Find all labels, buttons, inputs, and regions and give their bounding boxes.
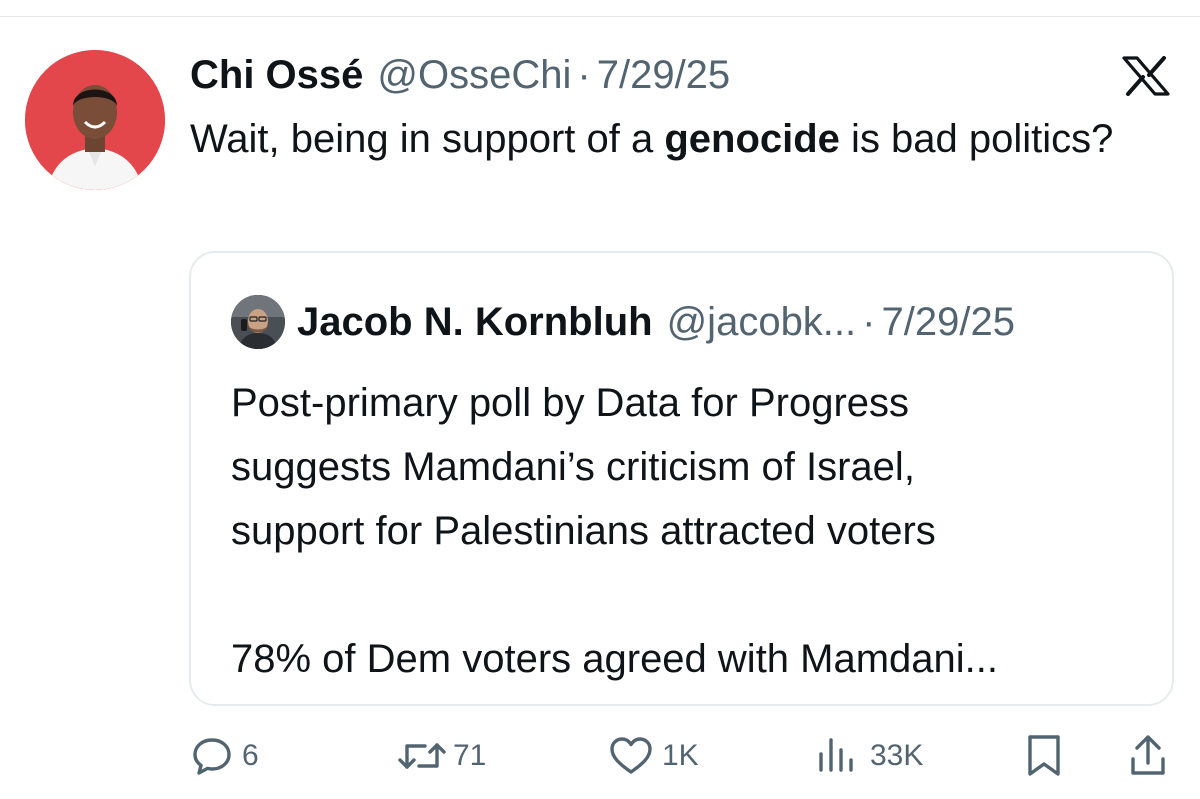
quoted-author-handle[interactable]: @jacobk...	[667, 297, 857, 347]
quoted-tweet-header: Jacob N. Kornbluh @jacobk... · 7/29/25	[297, 297, 1015, 347]
repost-button[interactable]: 71	[395, 726, 486, 786]
share-upload-icon	[1128, 733, 1168, 779]
author-name[interactable]: Chi Ossé	[190, 52, 363, 98]
quoted-author-name[interactable]: Jacob N. Kornbluh	[297, 297, 653, 347]
quoted-text-extra-line: 78% of Dem voters agreed with Mamdani...	[231, 637, 999, 681]
tweet-header: Chi Ossé @OsseChi · 7/29/25	[190, 52, 730, 98]
quoted-text-line: Post-primary poll by Data for Progress	[231, 381, 910, 425]
views-button[interactable]: 33K	[816, 726, 923, 786]
tweet-text-before: Wait, being in support of a	[190, 117, 665, 161]
quoted-text-line: support for Palestinians attracted voter…	[231, 509, 936, 553]
bookmark-button[interactable]	[1024, 726, 1064, 786]
bookmark-icon	[1024, 733, 1064, 779]
quoted-author-avatar-image	[231, 295, 285, 349]
tweet-text-after: is bad politics?	[839, 117, 1114, 161]
reply-bubble-icon	[190, 734, 234, 778]
author-avatar-image	[25, 50, 165, 190]
quoted-header-separator: ·	[862, 300, 876, 344]
like-button[interactable]: 1K	[608, 726, 699, 786]
author-handle[interactable]: @OsseChi	[377, 52, 571, 98]
repost-count: 71	[453, 739, 487, 772]
header-separator: ·	[577, 53, 591, 97]
like-count: 1K	[662, 739, 699, 772]
quoted-tweet-text: Post-primary poll by Data for Progress s…	[231, 371, 1151, 691]
tweet-date[interactable]: 7/29/25	[597, 52, 730, 98]
share-button[interactable]	[1128, 726, 1168, 786]
views-bars-icon	[816, 734, 856, 778]
quoted-author-avatar[interactable]	[231, 295, 285, 349]
reply-button[interactable]: 6	[190, 726, 259, 786]
quoted-tweet-date[interactable]: 7/29/25	[881, 297, 1014, 347]
tweet-card: Chi Ossé @OsseChi · 7/29/25 Wait, being …	[0, 0, 1200, 799]
action-bar: 6 71 1K 33K	[0, 726, 1200, 786]
tweet-text-bold: genocide	[664, 117, 840, 161]
x-logo-icon[interactable]	[1122, 56, 1170, 96]
quoted-text-line: suggests Mamdani’s criticism of Israel,	[231, 445, 915, 489]
heart-icon	[608, 734, 654, 778]
quoted-tweet-card[interactable]: Jacob N. Kornbluh @jacobk... · 7/29/25 P…	[189, 251, 1174, 706]
repost-arrows-icon	[395, 734, 449, 778]
tweet-text: Wait, being in support of a genocide is …	[190, 110, 1150, 168]
author-avatar[interactable]	[25, 50, 165, 190]
reply-count: 6	[242, 739, 259, 772]
views-count: 33K	[870, 739, 924, 772]
